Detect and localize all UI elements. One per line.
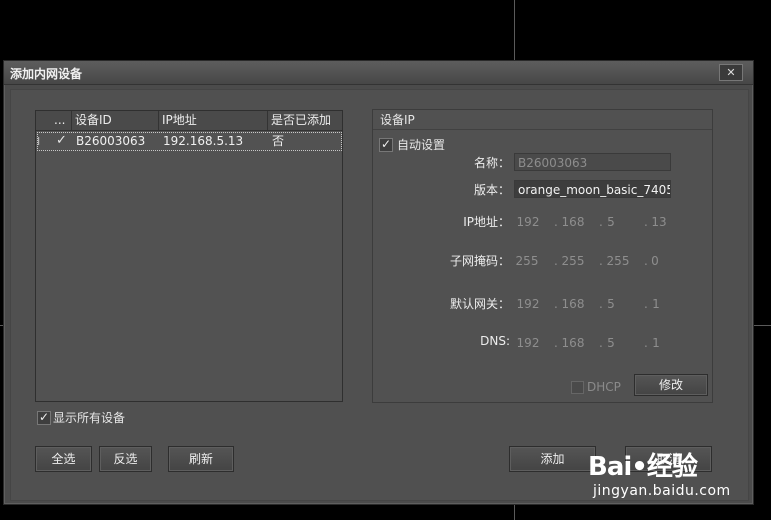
refresh-button[interactable]: 刷新 <box>168 446 234 472</box>
version-label: 版本： <box>473 183 510 197</box>
invert-selection-button[interactable]: 反选 <box>99 446 152 472</box>
mask-octet: 0 <box>651 254 659 268</box>
watermark-url: jingyan.baidu.com <box>593 483 731 499</box>
column-header-added[interactable]: 是否已添加 <box>271 111 331 130</box>
add-button[interactable]: 添加 <box>509 446 596 472</box>
gateway-label: 默认网关： <box>449 297 510 311</box>
close-icon: ✕ <box>726 66 736 79</box>
row-added: 否 <box>272 134 285 148</box>
dns-label: DNS: <box>480 334 510 348</box>
subnet-mask-field[interactable]: 255 . 255 . 255 . 0 <box>514 252 674 270</box>
dns-octet: 168 <box>561 336 585 350</box>
dhcp-checkbox-box <box>571 381 584 394</box>
column-divider <box>267 111 268 130</box>
dns-field[interactable]: 192 . 168 . 5 . 1 <box>514 334 674 352</box>
watermark-brand: Bai•经验 <box>588 452 698 482</box>
show-all-devices-label: 显示所有设备 <box>53 411 126 425</box>
ip-address-label: IP地址： <box>463 215 510 229</box>
ip-octet: 168 <box>561 215 585 229</box>
column-header-select[interactable]: ... <box>54 111 65 130</box>
mask-octet: 255 <box>606 254 630 268</box>
checkbox-mark: ✓ <box>37 410 51 425</box>
dhcp-label: DHCP <box>587 380 621 394</box>
mask-octet: 255 <box>561 254 585 268</box>
gateway-octet: 1 <box>652 297 660 311</box>
ip-octet: 5 <box>607 215 615 229</box>
gateway-field[interactable]: 192 . 168 . 5 . 1 <box>514 295 674 313</box>
dialog-title: 添加内网设备 <box>10 67 83 81</box>
select-all-button[interactable]: 全选 <box>35 446 92 472</box>
ip-octet: 13 <box>651 215 667 229</box>
ip-octet: 192 <box>516 215 540 229</box>
subnet-mask-label: 子网掩码： <box>449 254 510 268</box>
auto-set-label: 自动设置 <box>397 138 446 152</box>
modify-button[interactable]: 修改 <box>634 374 708 396</box>
close-button[interactable]: ✕ <box>719 64 743 81</box>
dns-octet: 5 <box>607 336 615 350</box>
table-row[interactable]: I ✓ B26003063 192.168.5.13 否 <box>37 132 342 151</box>
gateway-octet: 168 <box>561 297 585 311</box>
checkbox-mark: ✓ <box>379 137 393 152</box>
device-ip-group: 设备IP ✓ 自动设置 名称： B26003063 版本： orange_moo… <box>372 109 713 403</box>
baidu-jingyan-watermark: Bai•经验 jingyan.baidu.com <box>588 438 738 502</box>
dns-octet: 1 <box>652 336 660 350</box>
gateway-octet: 5 <box>607 297 615 311</box>
gateway-octet: 192 <box>516 297 540 311</box>
row-device-id: B26003063 <box>76 134 146 148</box>
row-ip: 192.168.5.13 <box>163 134 244 148</box>
mask-octet: 255 <box>515 254 539 268</box>
ip-address-field[interactable]: 192 . 168 . 5 . 13 <box>514 213 674 231</box>
column-header-device-id[interactable]: 设备ID <box>75 111 112 130</box>
device-list[interactable]: ... 设备ID IP地址 是否已添加 I ✓ B26003063 192.16… <box>35 110 343 402</box>
device-ip-group-title: 设备IP <box>373 110 712 130</box>
name-field[interactable]: B26003063 <box>514 153 671 171</box>
dialog-titlebar: 添加内网设备 ✕ <box>4 61 753 85</box>
dns-octet: 192 <box>516 336 540 350</box>
row-indicator: I <box>37 135 41 148</box>
version-field[interactable]: orange_moon_basic_740514 <box>514 180 671 198</box>
name-label: 名称： <box>473 156 510 170</box>
row-checkbox[interactable]: ✓ <box>56 134 68 147</box>
column-divider <box>158 111 159 130</box>
device-list-header: ... 设备ID IP地址 是否已添加 <box>36 111 342 131</box>
column-header-ip[interactable]: IP地址 <box>162 111 197 130</box>
column-divider <box>71 111 72 130</box>
